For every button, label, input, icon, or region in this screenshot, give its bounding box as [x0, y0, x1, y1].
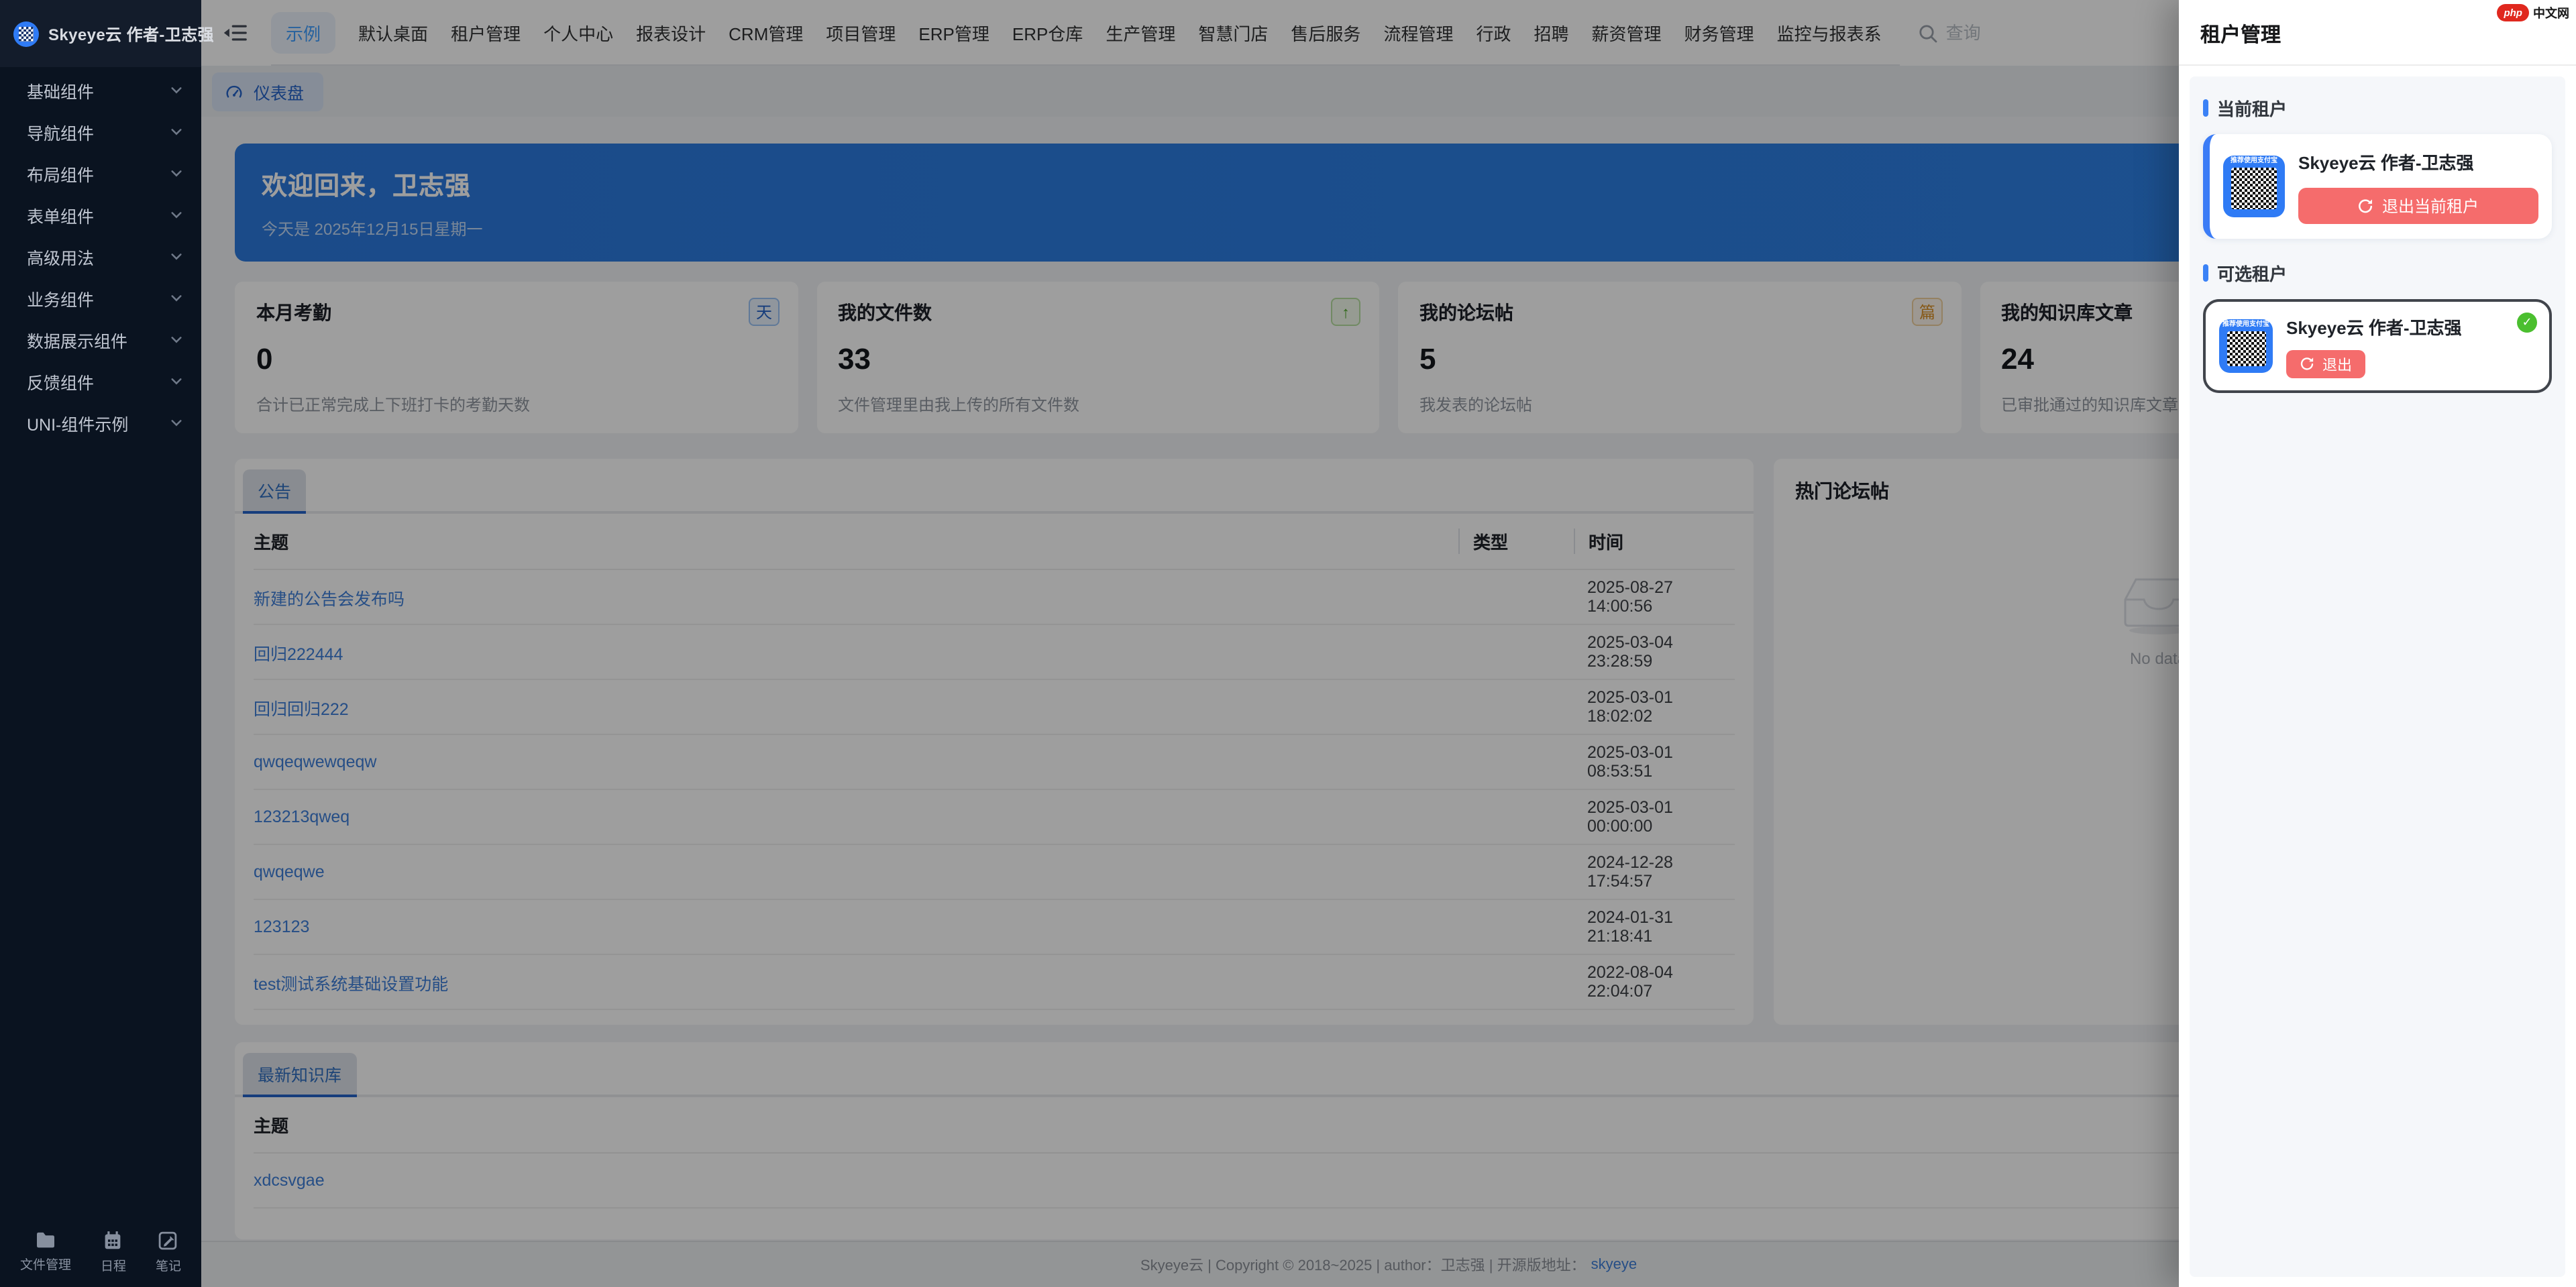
sidebar-menu: 基础组件 导航组件 布局组件 表单组件 高级用法 业务组件 — [0, 67, 201, 1220]
chevron-down-icon — [170, 376, 182, 388]
qr-caption: 推荐使用支付宝 — [2222, 319, 2269, 331]
tenant-name: Skyeye云 作者-卫志强 — [2286, 318, 2462, 338]
watermark-text: 中文网 — [2533, 4, 2569, 21]
sidebar-item-advanced-usage[interactable]: 高级用法 — [0, 236, 201, 278]
current-tenant-section-title: 当前租户 — [2203, 95, 2552, 121]
tenant-qr-code: 推荐使用支付宝 — [2219, 319, 2273, 373]
section-label: 当前租户 — [2217, 95, 2287, 121]
php-cn-watermark: php 中文网 — [2497, 4, 2569, 21]
selected-check-icon: ✓ — [2517, 313, 2537, 333]
sidebar-item-label: 表单组件 — [27, 203, 94, 228]
sidebar-item-label: 高级用法 — [27, 244, 94, 270]
button-label: 退出当前租户 — [2382, 194, 2479, 217]
note-edit-icon — [159, 1231, 178, 1249]
php-logo-icon: php — [2497, 4, 2529, 21]
app-logo: Skyeye云 作者-卫志强 — [0, 0, 201, 67]
sidebar-item-label: 导航组件 — [27, 119, 94, 145]
tool-label: 日程 — [101, 1255, 126, 1274]
calendar-icon — [104, 1231, 123, 1249]
qr-image — [2231, 168, 2277, 209]
section-marker — [2203, 264, 2208, 282]
app-window: Skyeye云 作者-卫志强 基础组件 导航组件 布局组件 表单组件 高级用法 — [0, 0, 2576, 1287]
sidebar-item-label: 基础组件 — [27, 78, 94, 103]
sidebar-item-label: 布局组件 — [27, 161, 94, 186]
sidebar-item-label: 数据展示组件 — [27, 327, 127, 353]
chevron-down-icon — [170, 292, 182, 304]
logout-current-tenant-button[interactable]: 退出当前租户 — [2298, 188, 2538, 224]
sidebar-item-form-components[interactable]: 表单组件 — [0, 194, 201, 236]
chevron-down-icon — [170, 168, 182, 180]
tenant-qr-code: 推荐使用支付宝 — [2223, 156, 2285, 217]
file-manager-button[interactable]: 文件管理 — [20, 1231, 71, 1274]
chevron-down-icon — [170, 85, 182, 97]
optional-tenant-card[interactable]: 推荐使用支付宝 Skyeye云 作者-卫志强 退出 ✓ — [2203, 299, 2552, 393]
sidebar-bottom-tools: 文件管理 日程 笔记 — [0, 1220, 201, 1287]
sidebar-item-feedback-components[interactable]: 反馈组件 — [0, 361, 201, 402]
button-label: 退出 — [2322, 353, 2352, 375]
sidebar-item-layout-components[interactable]: 布局组件 — [0, 153, 201, 194]
section-label: 可选租户 — [2217, 260, 2287, 286]
tenant-panel: 当前租户 推荐使用支付宝 Skyeye云 作者-卫志强 退出当前租户 — [2190, 76, 2565, 1276]
sidebar: Skyeye云 作者-卫志强 基础组件 导航组件 布局组件 表单组件 高级用法 — [0, 0, 201, 1287]
tenant-info: Skyeye云 作者-卫志强 退出 — [2286, 314, 2536, 378]
qr-caption: 推荐使用支付宝 — [2231, 156, 2277, 168]
tool-label: 文件管理 — [20, 1253, 71, 1272]
sidebar-item-business-components[interactable]: 业务组件 — [0, 278, 201, 319]
sidebar-item-label: UNI-组件示例 — [27, 410, 128, 436]
app-title: Skyeye云 作者-卫志强 — [48, 22, 214, 45]
chevron-down-icon — [170, 251, 182, 263]
logo-qr-icon — [13, 21, 39, 46]
tenant-drawer: 租户管理 当前租户 推荐使用支付宝 Skyeye云 作者-卫志强 — [2179, 0, 2576, 1287]
chevron-down-icon — [170, 209, 182, 221]
qr-image — [2226, 331, 2265, 366]
logout-icon — [2358, 198, 2374, 214]
tool-label: 笔记 — [156, 1255, 181, 1274]
logout-icon — [2300, 357, 2314, 372]
sidebar-item-label: 业务组件 — [27, 286, 94, 311]
optional-tenant-section-title: 可选租户 — [2203, 260, 2552, 286]
chevron-down-icon — [170, 417, 182, 429]
notes-button[interactable]: 笔记 — [156, 1231, 181, 1274]
logout-tenant-button[interactable]: 退出 — [2286, 350, 2365, 378]
sidebar-item-data-display[interactable]: 数据展示组件 — [0, 319, 201, 361]
schedule-button[interactable]: 日程 — [101, 1231, 126, 1274]
current-tenant-card: 推荐使用支付宝 Skyeye云 作者-卫志强 退出当前租户 — [2203, 134, 2552, 239]
sidebar-item-basic-components[interactable]: 基础组件 — [0, 70, 201, 111]
chevron-down-icon — [170, 334, 182, 346]
chevron-down-icon — [170, 126, 182, 138]
sidebar-item-label: 反馈组件 — [27, 369, 94, 394]
drawer-body: 当前租户 推荐使用支付宝 Skyeye云 作者-卫志强 退出当前租户 — [2179, 66, 2576, 1287]
section-marker — [2203, 99, 2208, 117]
folder-icon — [35, 1231, 56, 1248]
sidebar-item-uni-examples[interactable]: UNI-组件示例 — [0, 402, 201, 444]
tenant-info: Skyeye云 作者-卫志强 退出当前租户 — [2298, 149, 2538, 224]
sidebar-item-nav-components[interactable]: 导航组件 — [0, 111, 201, 153]
tenant-name: Skyeye云 作者-卫志强 — [2298, 153, 2474, 173]
